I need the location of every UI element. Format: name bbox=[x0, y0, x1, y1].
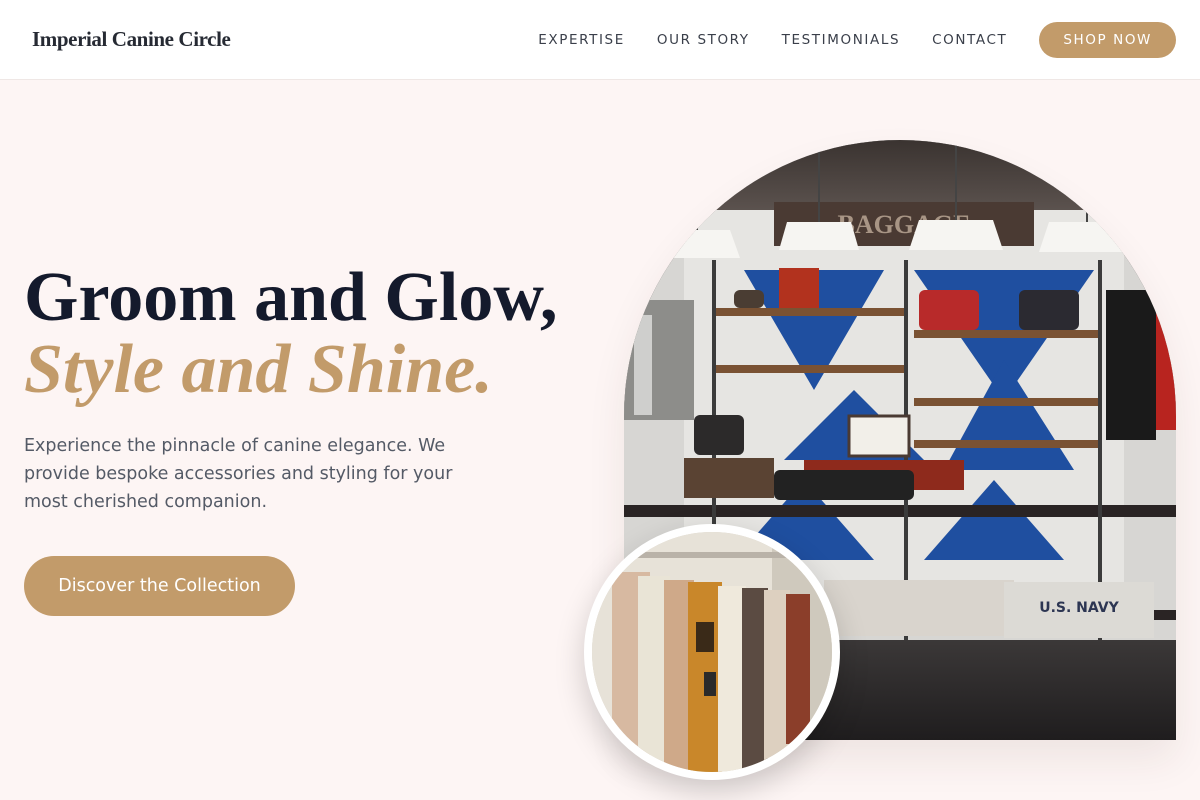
nav-link-our-story[interactable]: OUR STORY bbox=[657, 32, 750, 48]
nav-link-testimonials[interactable]: TESTIMONIALS bbox=[782, 32, 900, 48]
hero-title-line-2: Style and Shine. bbox=[24, 331, 493, 408]
shop-now-button[interactable]: SHOP NOW bbox=[1039, 22, 1176, 58]
nav-link-contact[interactable]: CONTACT bbox=[932, 32, 1007, 48]
nav-link-expertise[interactable]: EXPERTISE bbox=[538, 32, 625, 48]
shirt-label-text: U.S. NAVY bbox=[1039, 600, 1119, 616]
top-navigation: Imperial Canine Circle EXPERTISE OUR STO… bbox=[0, 0, 1200, 80]
hero-title-line-1: Groom and Glow, bbox=[24, 259, 558, 336]
main-menu: EXPERTISE OUR STORY TESTIMONIALS CONTACT… bbox=[538, 22, 1176, 58]
brand-logo[interactable]: Imperial Canine Circle bbox=[32, 27, 231, 52]
hero-description: Experience the pinnacle of canine elegan… bbox=[24, 436, 453, 512]
hero-title: Groom and Glow, Style and Shine. bbox=[24, 262, 558, 406]
discover-collection-button[interactable]: Discover the Collection bbox=[24, 556, 295, 616]
clothing-rack-image bbox=[584, 524, 840, 780]
